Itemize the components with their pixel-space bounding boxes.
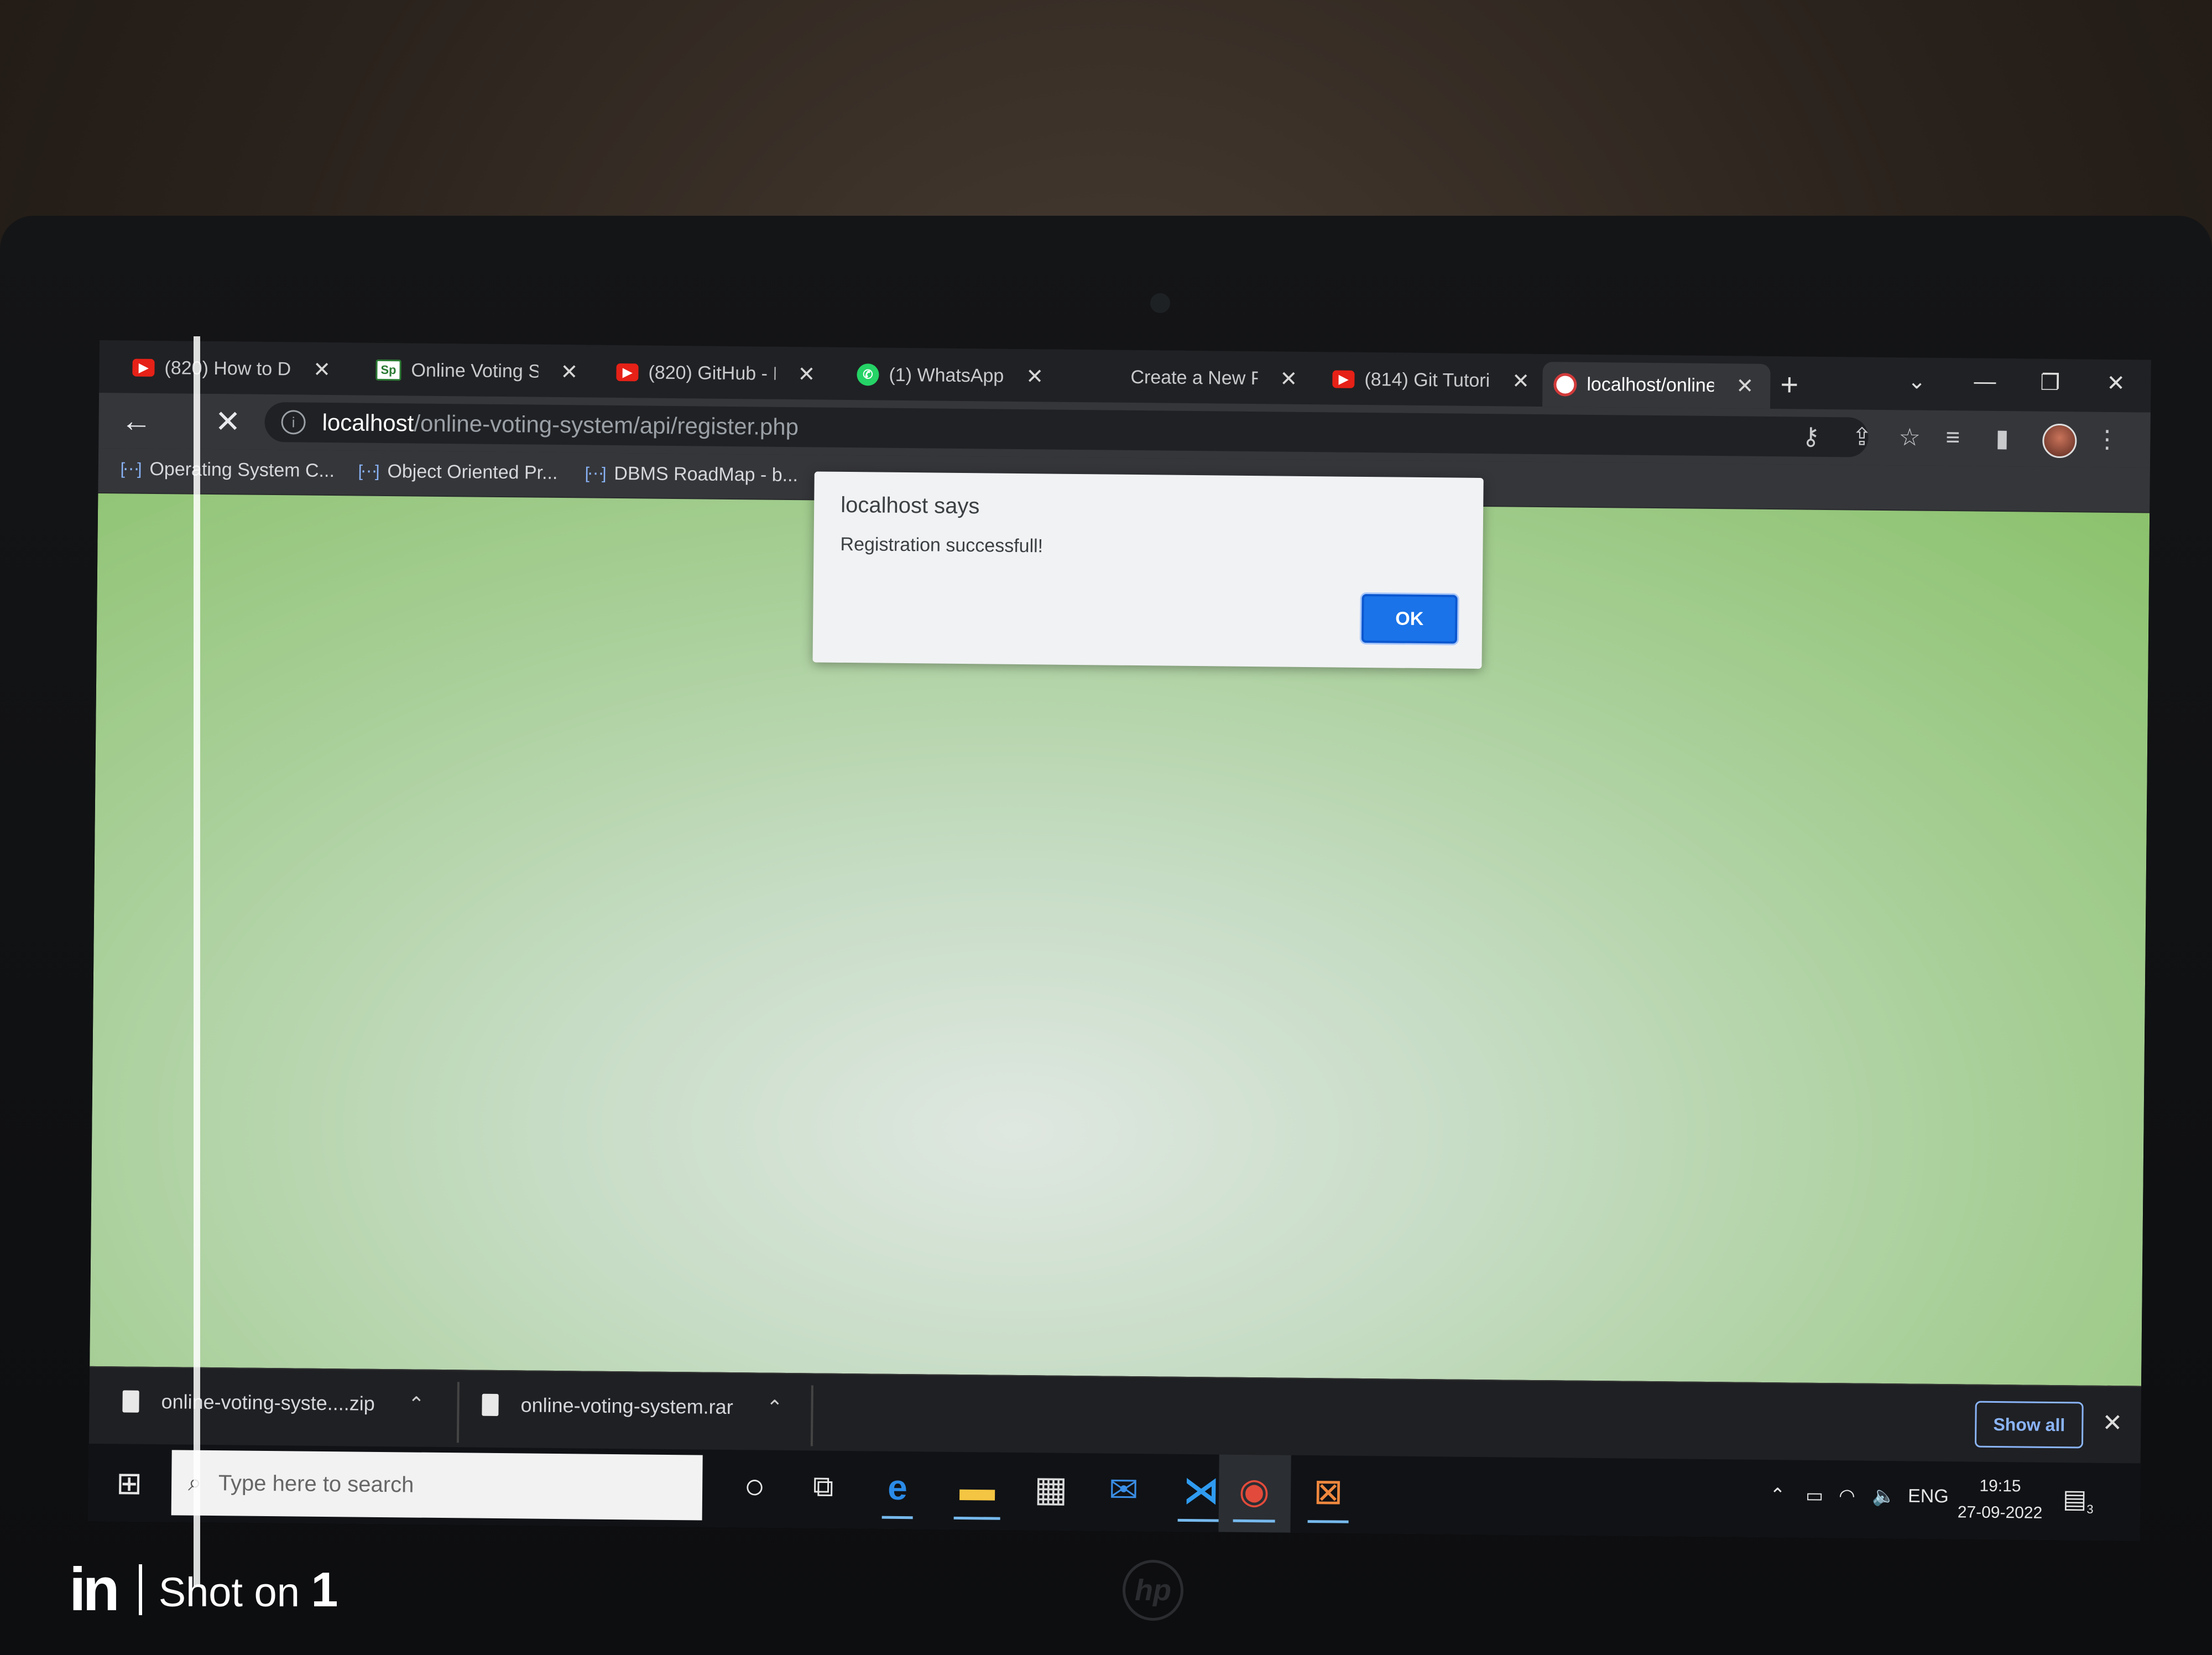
cortana-icon[interactable]: ○ bbox=[744, 1466, 765, 1506]
vscode-icon[interactable]: ⋊ bbox=[1183, 1470, 1219, 1511]
tab-online-voting[interactable]: Sp Online Voting S ✕ bbox=[375, 351, 578, 392]
laptop-screen: ▶ (820) How to D ✕ Sp Online Voting S ✕ … bbox=[88, 340, 2151, 1541]
youtube-icon: ▶ bbox=[132, 358, 155, 377]
sp-icon: Sp bbox=[375, 359, 401, 381]
alert-dialog: localhost says Registration successfull!… bbox=[812, 471, 1484, 669]
store-icon[interactable]: ▦ bbox=[1034, 1469, 1068, 1509]
chevron-up-icon[interactable]: ⌃ bbox=[408, 1392, 425, 1415]
localhost-icon bbox=[1553, 372, 1577, 397]
address-bar[interactable]: i localhost /online-voting-system/api/re… bbox=[264, 402, 1869, 457]
task-view-icon[interactable]: ⧉ bbox=[813, 1467, 834, 1506]
screen-glare-line bbox=[194, 336, 200, 1586]
youtube-icon: ▶ bbox=[1332, 370, 1355, 388]
tab-git-tutorial[interactable]: ▶ (814) Git Tutori ✕ bbox=[1332, 360, 1530, 400]
watermark-divider bbox=[138, 1564, 142, 1615]
wifi-icon[interactable]: ◠ bbox=[1839, 1485, 1855, 1507]
site-info-icon[interactable]: i bbox=[281, 410, 306, 435]
edge-icon[interactable]: e bbox=[888, 1467, 907, 1507]
taskbar-clock[interactable]: 19:15 27-09-2022 bbox=[1958, 1472, 2043, 1526]
roadmap-icon: [⋯] bbox=[585, 464, 604, 483]
reading-list-icon[interactable]: ≡ bbox=[1945, 424, 1960, 451]
close-tab-icon[interactable]: ✕ bbox=[560, 360, 578, 384]
menu-kebab-icon[interactable]: ⋮ bbox=[2095, 425, 2119, 454]
tray-chevron-up-icon[interactable]: ⌃ bbox=[1770, 1484, 1786, 1506]
roadmap-icon: [⋯] bbox=[120, 460, 140, 478]
download-item-rar[interactable]: online-voting-system.rar ⌃ bbox=[482, 1393, 783, 1419]
watermark-text: Shot on 1 bbox=[158, 1562, 338, 1617]
mail-icon[interactable]: ✉ bbox=[1109, 1470, 1139, 1510]
new-tab-button[interactable]: + bbox=[1780, 366, 1798, 402]
tab-create-new[interactable]: Create a New F ✕ bbox=[1130, 358, 1298, 398]
battery-icon[interactable]: ▭ bbox=[1806, 1485, 1824, 1507]
tab-search-icon[interactable]: ⌄ bbox=[1907, 368, 1926, 394]
whatsapp-icon: ✆ bbox=[857, 363, 879, 386]
webcam bbox=[1150, 293, 1170, 313]
bookmark-item[interactable]: [⋯] Object Oriented Pr... bbox=[358, 461, 558, 484]
tab-whatsapp[interactable]: ✆ (1) WhatsApp ✕ bbox=[857, 355, 1044, 395]
divider bbox=[456, 1382, 460, 1443]
close-download-bar-icon[interactable]: ✕ bbox=[2102, 1409, 2122, 1437]
password-key-icon[interactable]: ⚷ bbox=[1802, 423, 1820, 451]
close-tab-icon[interactable]: ✕ bbox=[1280, 366, 1297, 391]
profile-avatar[interactable] bbox=[2042, 423, 2077, 459]
taskbar-search-input[interactable]: ⌕ Type here to search bbox=[171, 1450, 703, 1521]
minimize-icon[interactable]: — bbox=[1974, 369, 1996, 394]
restore-icon[interactable]: ❐ bbox=[2040, 370, 2060, 395]
divider bbox=[810, 1385, 813, 1446]
bookmark-item[interactable]: [⋯] DBMS RoadMap - b... bbox=[585, 462, 799, 486]
bookmark-star-icon[interactable]: ☆ bbox=[1898, 423, 1921, 451]
stop-loading-icon[interactable]: ✕ bbox=[215, 404, 241, 439]
close-tab-icon[interactable]: ✕ bbox=[1736, 373, 1754, 398]
dialog-title: localhost says bbox=[840, 492, 980, 519]
side-panel-icon[interactable]: ▮ bbox=[1995, 424, 2009, 452]
youtube-icon: ▶ bbox=[616, 363, 639, 382]
notification-count: 3 bbox=[2086, 1502, 2094, 1516]
rar-file-icon bbox=[482, 1393, 499, 1417]
clock-date: 27-09-2022 bbox=[1957, 1503, 2043, 1522]
close-tab-icon[interactable]: ✕ bbox=[797, 362, 815, 387]
windows-start-icon[interactable]: ⊞ bbox=[116, 1465, 143, 1501]
language-indicator[interactable]: ENG bbox=[1908, 1485, 1949, 1507]
show-all-button[interactable]: Show all bbox=[1974, 1401, 2084, 1449]
zip-file-icon bbox=[122, 1390, 139, 1413]
bookmark-item[interactable]: [⋯] Operating System C... bbox=[121, 458, 335, 482]
tab-youtube-how-to[interactable]: ▶ (820) How to D ✕ bbox=[132, 348, 331, 389]
clock-time: 19:15 bbox=[1979, 1476, 2021, 1496]
chrome-icon[interactable]: ◉ bbox=[1239, 1471, 1270, 1511]
share-icon[interactable]: ⇪ bbox=[1851, 423, 1872, 451]
download-item-zip[interactable]: online-voting-syste....zip ⌃ bbox=[122, 1389, 425, 1415]
ok-button[interactable]: OK bbox=[1361, 594, 1458, 644]
dialog-message: Registration successfull! bbox=[840, 533, 1044, 557]
hp-logo: hp bbox=[1123, 1560, 1183, 1621]
back-arrow-icon[interactable]: ← bbox=[121, 403, 152, 438]
camera-watermark: in Shot on 1 bbox=[69, 1554, 338, 1625]
window-close-icon[interactable]: ✕ bbox=[2106, 371, 2125, 396]
xampp-icon[interactable]: ⊠ bbox=[1313, 1471, 1343, 1512]
file-explorer-icon[interactable]: ▬ bbox=[959, 1468, 995, 1508]
tab-github[interactable]: ▶ (820) GitHub - I ✕ bbox=[616, 353, 816, 393]
close-tab-icon[interactable]: ✕ bbox=[1512, 368, 1530, 393]
roadmap-icon: [⋯] bbox=[358, 462, 378, 481]
close-tab-icon[interactable]: ✕ bbox=[1026, 364, 1044, 389]
chevron-up-icon[interactable]: ⌃ bbox=[766, 1396, 783, 1419]
watermark-logo: in bbox=[69, 1555, 120, 1623]
notification-center-icon[interactable]: ▤3 bbox=[2063, 1484, 2094, 1517]
tab-localhost-active[interactable]: localhost/online ✕ bbox=[1542, 362, 1771, 409]
close-tab-icon[interactable]: ✕ bbox=[313, 357, 331, 382]
volume-icon[interactable]: 🔈 bbox=[1872, 1485, 1896, 1507]
